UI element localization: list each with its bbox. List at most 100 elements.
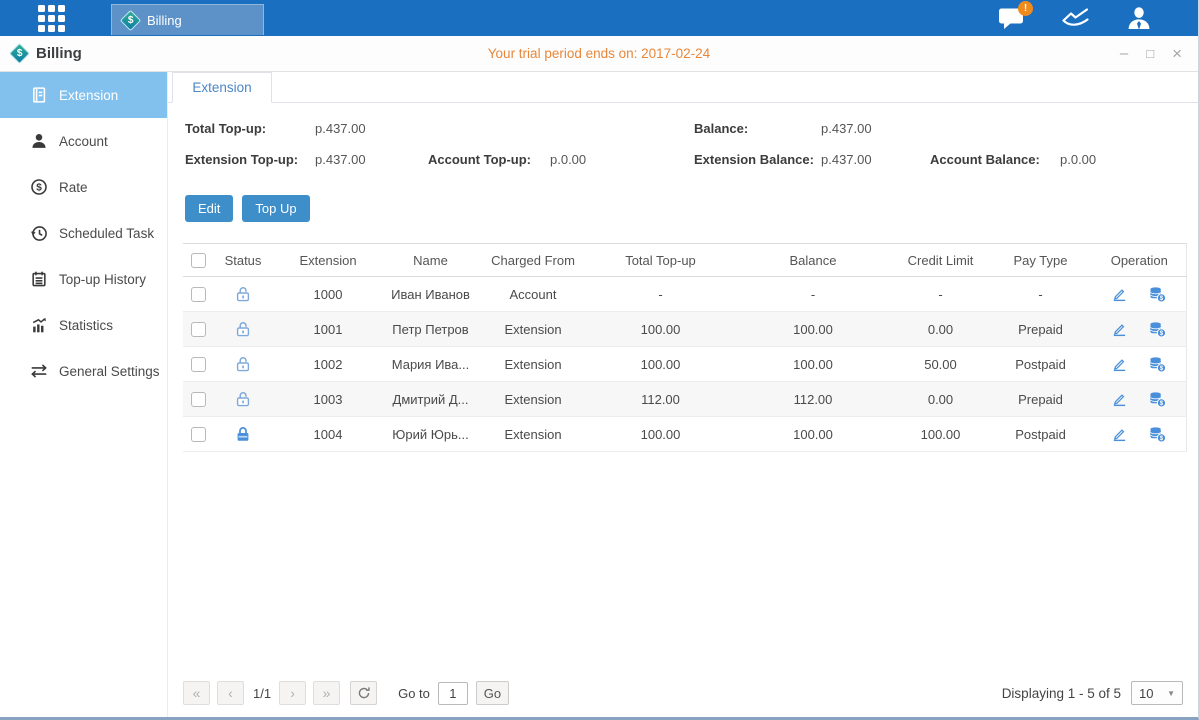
cell-balance: - [733,277,893,312]
status-lock-toggle[interactable] [234,355,252,373]
cell-balance: 100.00 [733,417,893,452]
extension-table: Status Extension Name Charged From Total… [183,243,1183,452]
page-size-value: 10 [1139,686,1153,701]
general-settings-sliders-icon [30,362,48,380]
cell-name: Дмитрий Д... [383,382,478,417]
table-row[interactable]: 1002 Мария Ива... Extension 100.00 100.0… [183,347,1186,382]
table-row[interactable]: 1001 Петр Петров Extension 100.00 100.00… [183,312,1186,347]
edit-row-pencil-icon[interactable] [1111,391,1128,408]
sidebar-item-label: Extension [59,88,118,103]
topup-row-coins-icon[interactable]: $ [1148,391,1167,408]
total-topup-value: p.437.00 [315,121,366,136]
row-checkbox[interactable] [191,357,206,372]
col-header-total-topup: Total Top-up [588,244,733,277]
cell-name: Мария Ива... [383,347,478,382]
sidebar-item-topup-history[interactable]: Top-up History [0,256,167,302]
cell-charged-from: Extension [478,312,588,347]
select-all-checkbox[interactable] [191,253,206,268]
sidebar-item-label: Top-up History [59,272,146,287]
cell-charged-from: Account [478,277,588,312]
cell-extension: 1002 [273,347,383,382]
col-header-balance: Balance [733,244,893,277]
sidebar-item-extension[interactable]: Extension [0,72,167,118]
close-icon[interactable]: × [1172,45,1182,62]
sidebar-item-account[interactable]: Account [0,118,167,164]
notifications-button[interactable]: ! [998,7,1025,30]
window-titlebar: $ Billing Your trial period ends on: 201… [0,36,1198,72]
balance-summary: Total Top-up: p.437.00 Balance: p.437.00… [168,103,1198,185]
resource-monitor-button[interactable] [1061,6,1090,30]
cell-credit-limit: 0.00 [893,382,988,417]
table-row[interactable]: 1000 Иван Иванов Account - - - - [183,277,1186,312]
account-balance-value: p.0.00 [1060,152,1096,167]
cell-extension: 1004 [273,417,383,452]
edit-row-pencil-icon[interactable] [1111,286,1128,303]
last-page-button[interactable]: » [313,681,340,705]
minimize-icon[interactable]: – [1120,46,1128,61]
cell-extension: 1000 [273,277,383,312]
maximize-icon[interactable]: □ [1146,47,1154,60]
lock-open-icon [234,355,252,373]
cell-pay-type: Prepaid [988,312,1093,347]
goto-label: Go to [398,686,430,701]
chevron-down-icon: ▼ [1167,689,1175,698]
previous-page-button[interactable]: ‹ [217,681,244,705]
table-row[interactable]: 1003 Дмитрий Д... Extension 112.00 112.0… [183,382,1186,417]
refresh-icon [357,686,371,700]
cell-extension: 1003 [273,382,383,417]
topup-row-coins-icon[interactable]: $ [1148,356,1167,373]
svg-text:$: $ [1160,435,1164,442]
page-size-select[interactable]: 10 ▼ [1131,681,1183,705]
status-lock-toggle[interactable] [234,285,252,303]
next-page-button[interactable]: › [279,681,306,705]
col-header-operation: Operation [1093,244,1186,277]
cell-name: Юрий Юрь... [383,417,478,452]
account-balance-label: Account Balance: [930,152,1040,167]
sidebar-item-general-settings[interactable]: General Settings [0,348,167,394]
lock-open-icon [234,285,252,303]
trial-period-notice: Your trial period ends on: 2017-02-24 [0,46,1198,61]
cell-balance: 112.00 [733,382,893,417]
cell-name: Петр Петров [383,312,478,347]
status-lock-toggle[interactable] [234,390,252,408]
status-lock-toggle[interactable] [234,320,252,338]
row-checkbox[interactable] [191,392,206,407]
cell-credit-limit: 100.00 [893,417,988,452]
cell-credit-limit: - [893,277,988,312]
table-row[interactable]: 1004 Юрий Юрь... Extension 100.00 100.00… [183,417,1186,452]
first-page-button[interactable]: « [183,681,210,705]
cell-extension: 1001 [273,312,383,347]
row-checkbox[interactable] [191,287,206,302]
edit-button[interactable]: Edit [185,195,233,222]
tab-extension[interactable]: Extension [172,72,272,103]
topup-row-coins-icon[interactable]: $ [1148,286,1167,303]
account-person-icon [30,132,48,150]
status-lock-toggle[interactable] [234,425,252,443]
cell-credit-limit: 0.00 [893,312,988,347]
account-topup-value: p.0.00 [550,152,586,167]
row-checkbox[interactable] [191,427,206,442]
edit-row-pencil-icon[interactable] [1111,356,1128,373]
sidebar-item-scheduled-task[interactable]: Scheduled Task [0,210,167,256]
svg-text:$: $ [1160,365,1164,372]
row-checkbox[interactable] [191,322,206,337]
taskbar-tab-billing[interactable]: $ Billing [111,4,264,35]
refresh-button[interactable] [350,681,377,705]
user-account-button[interactable] [1126,5,1152,31]
lock-open-icon [234,390,252,408]
edit-row-pencil-icon[interactable] [1111,426,1128,443]
sidebar-item-label: General Settings [59,364,160,379]
top-up-button[interactable]: Top Up [242,195,309,222]
sidebar-item-rate[interactable]: $ Rate [0,164,167,210]
cell-charged-from: Extension [478,417,588,452]
sidebar-item-statistics[interactable]: Statistics [0,302,167,348]
goto-page-input[interactable] [438,682,468,705]
notification-badge: ! [1018,1,1033,16]
edit-row-pencil-icon[interactable] [1111,321,1128,338]
topup-row-coins-icon[interactable]: $ [1148,426,1167,443]
topup-row-coins-icon[interactable]: $ [1148,321,1167,338]
lock-open-icon [234,320,252,338]
app-launcher-grid-icon[interactable] [38,5,65,32]
go-button[interactable]: Go [476,681,509,705]
cell-pay-type: - [988,277,1093,312]
